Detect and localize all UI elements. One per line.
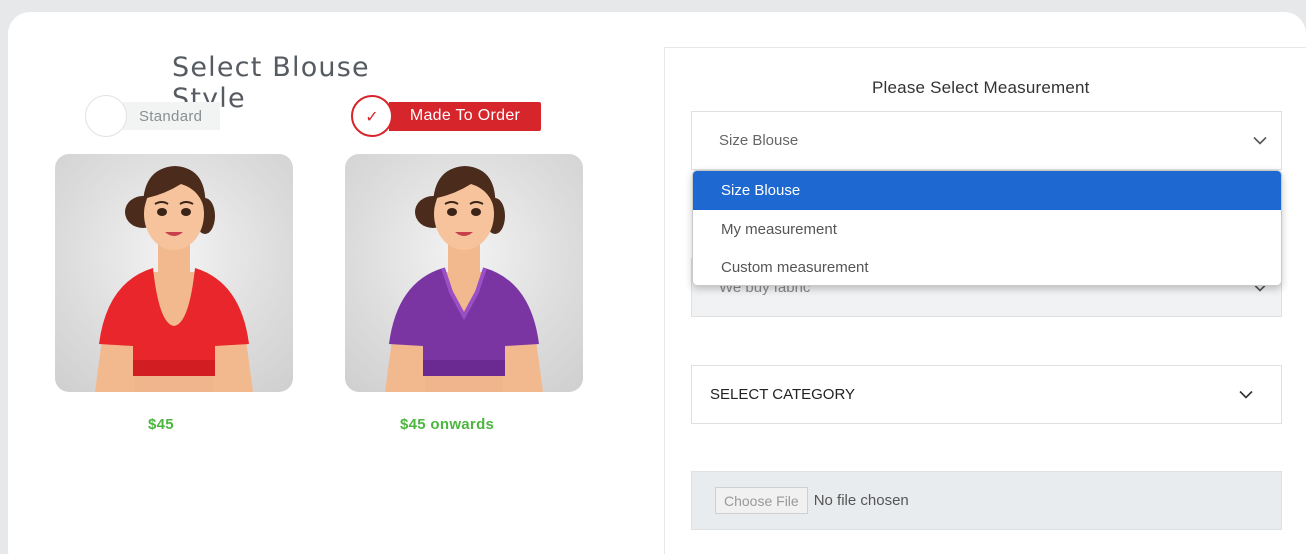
standard-price: $45 [148,416,174,433]
size-select[interactable]: Size Blouse [691,111,1282,170]
standard-option-label: Standard [123,102,221,130]
check-icon: ✓ [365,106,379,126]
category-select[interactable]: SELECT CATEGORY [691,365,1282,424]
made-to-order-blouse-image[interactable] [345,154,583,392]
made-to-order-option-label: Made To Order [389,101,541,131]
chevron-down-icon [1239,390,1253,399]
size-select-value: Size Blouse [719,132,799,149]
measurement-title: Please Select Measurement [872,78,1090,97]
category-select-value: SELECT CATEGORY [710,386,856,403]
file-status: No file chosen [813,492,909,509]
made-to-order-radio-circle[interactable]: ✓ [351,95,393,137]
choose-file-button[interactable]: Choose File [715,487,808,514]
dropdown-option-my-measurement[interactable]: My measurement [693,210,1281,248]
woman-red-blouse-illustration [95,166,253,392]
standard-radio-circle[interactable] [85,95,127,137]
measurement-dropdown-list: Size Blouse My measurement Custom measur… [692,170,1282,286]
standard-blouse-image[interactable] [55,154,293,392]
dropdown-option-custom-measurement[interactable]: Custom measurement [693,248,1281,285]
standard-option[interactable]: Standard [85,95,221,137]
file-upload-row: Choose File No file chosen [691,471,1282,530]
woman-purple-blouse-illustration [385,166,543,392]
made-to-order-price: $45 onwards [400,416,495,433]
dropdown-option-size-blouse[interactable]: Size Blouse [693,171,1281,210]
chevron-down-icon [1253,136,1267,145]
made-to-order-option[interactable]: ✓ Made To Order [351,95,541,137]
